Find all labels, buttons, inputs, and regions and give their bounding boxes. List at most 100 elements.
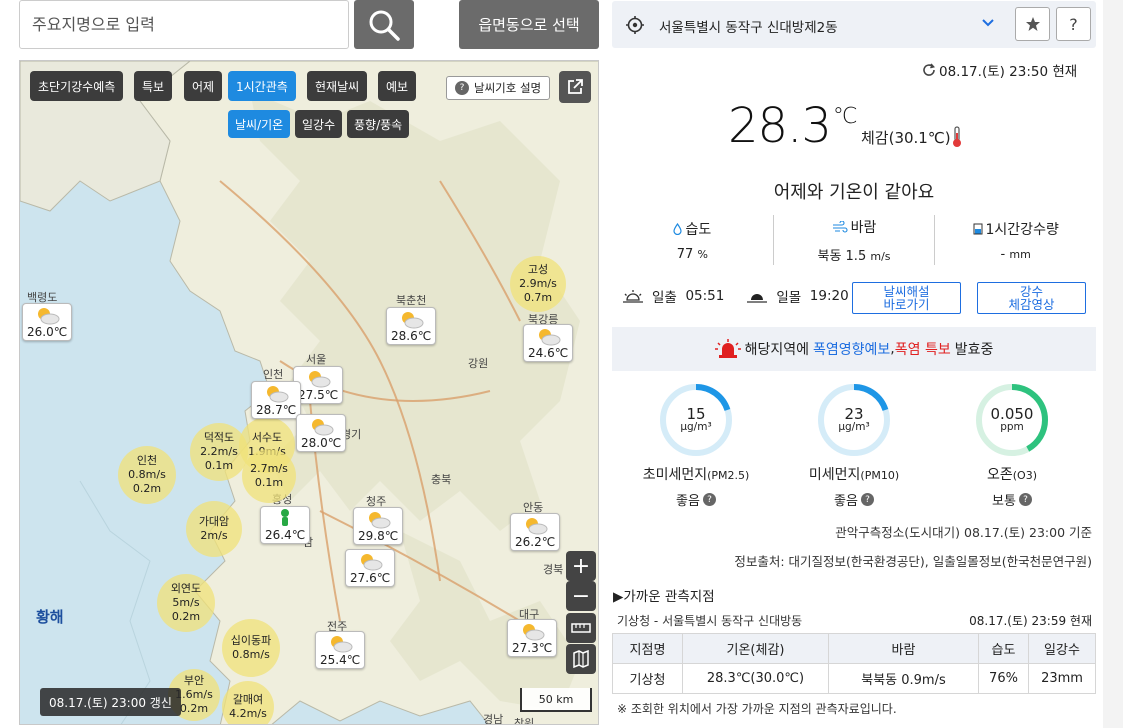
- question-icon[interactable]: ?: [860, 493, 874, 506]
- rainfall-label-text: 1시간강수량: [985, 221, 1059, 238]
- question-icon[interactable]: ?: [702, 493, 716, 506]
- tab-hourly-observation[interactable]: 1시간관측: [228, 71, 296, 101]
- air-quality-pm25[interactable]: 15 μg/m³ 초미세먼지(PM2.5) 좋음?: [626, 383, 766, 509]
- station-marker[interactable]: 28.0℃: [296, 414, 347, 452]
- weather-symbol-legend-button[interactable]: ? 날씨기호 설명: [446, 76, 551, 100]
- rain-video-label: 강수 체감영상: [1008, 285, 1054, 311]
- station-box: 26.4℃: [260, 506, 311, 544]
- wind-marker-name: 갈매여: [232, 693, 264, 707]
- feels-like-text: 체감(30.1℃): [861, 128, 951, 147]
- current-time[interactable]: 08.17.(토) 23:50 현재: [922, 60, 1077, 80]
- partly-cloudy-icon: [331, 636, 353, 653]
- wind-label-text: 바람: [850, 219, 877, 236]
- wind-number: 북동 1.5: [817, 248, 867, 264]
- station-marker[interactable]: 28.7℃: [251, 381, 302, 419]
- station-temp: 26.0℃: [27, 325, 68, 339]
- subtab-daily-rain[interactable]: 일강수: [295, 110, 343, 138]
- wind-marker[interactable]: 갈매여 4.2m/s: [222, 681, 274, 724]
- station-temp: 28.0℃: [301, 436, 342, 450]
- question-icon[interactable]: ?: [1018, 493, 1032, 506]
- ruler-tool-button[interactable]: [566, 613, 596, 643]
- station-marker[interactable]: 25.4℃: [315, 631, 366, 669]
- current-time-text: 08.17.(토) 23:50 현재: [939, 64, 1078, 80]
- wind-label: 바람: [832, 217, 877, 237]
- air-quality-ring: 0.050 ppm: [975, 383, 1049, 457]
- humidity-number: 77: [676, 246, 694, 262]
- air-quality-grade-text: 좋음: [676, 494, 700, 509]
- tab-yesterday[interactable]: 어제: [184, 71, 223, 101]
- station-box: 24.6℃: [523, 324, 574, 362]
- air-quality-grade-text: 보통: [992, 494, 1016, 509]
- tab-warnings[interactable]: 특보: [134, 71, 173, 101]
- air-quality-reading: 23 μg/m³: [817, 383, 891, 457]
- current-location-icon: [626, 16, 644, 34]
- layer-tool-button[interactable]: [566, 644, 596, 674]
- station-box: 28.6℃: [386, 307, 437, 345]
- wind-marker[interactable]: 십이동파 0.8m/s: [222, 619, 280, 677]
- chevron-down-icon[interactable]: [981, 18, 995, 28]
- location-bar[interactable]: 서울특별시 동작구 신대방제2동 ?: [612, 1, 1096, 48]
- station-marker[interactable]: 27.6℃: [345, 549, 396, 587]
- station-marker[interactable]: 24.6℃: [523, 324, 574, 362]
- wind-marker[interactable]: 외연도 5m/s 0.2m: [157, 574, 215, 632]
- station-marker[interactable]: 26.0℃: [22, 303, 73, 341]
- favorite-button[interactable]: [1015, 7, 1050, 41]
- tab-current-weather[interactable]: 현재날씨: [307, 71, 368, 101]
- search-box[interactable]: [19, 0, 349, 49]
- air-quality-grade: 좋음?: [834, 490, 874, 509]
- wind-marker-extra: 0.2m: [132, 481, 162, 495]
- subtab-weather-temp[interactable]: 날씨/기온: [228, 110, 291, 138]
- station-marker[interactable]: 26.4℃: [260, 506, 311, 544]
- station-temp: 26.2℃: [515, 535, 556, 549]
- station-marker[interactable]: 27.3℃: [507, 619, 558, 657]
- partly-cloudy-icon: [369, 512, 391, 529]
- zoom-in-button[interactable]: +: [566, 551, 596, 581]
- wind-marker[interactable]: 가대암 2m/s: [186, 501, 242, 557]
- partly-cloudy-icon: [526, 518, 548, 535]
- wind-marker[interactable]: 고성 2.9m/s 0.7m: [510, 256, 566, 312]
- air-quality-ring: 23 μg/m³: [817, 383, 891, 457]
- alert-impact-forecast[interactable]: 폭염영향예보: [813, 339, 890, 359]
- table-cell: 28.3℃(30.0℃): [682, 663, 829, 694]
- help-button[interactable]: ?: [1056, 7, 1091, 41]
- search-input[interactable]: [20, 1, 348, 48]
- station-temp: 28.6℃: [391, 329, 432, 343]
- wind-marker[interactable]: 2.7m/s 0.1m: [242, 449, 296, 503]
- station-temp: 27.6℃: [350, 571, 391, 585]
- observation-table: 지점명 기온(체감) 바람 습도 일강수 기상청 28.3℃(30.0℃) 북북…: [612, 633, 1096, 694]
- table-header: 습도: [978, 633, 1029, 664]
- subtab-wind[interactable]: 풍향/풍속: [347, 110, 410, 138]
- station-marker[interactable]: 26.2℃: [510, 513, 561, 551]
- air-quality-ozone[interactable]: 0.050 ppm 오존(O3) 보통?: [942, 383, 1082, 509]
- station-marker[interactable]: 29.8℃: [353, 507, 404, 545]
- info-source: 정보출처: 대기질정보(한국환경공단), 일출일몰정보(한국천문연구원): [734, 554, 1092, 569]
- alert-heat-warning[interactable]: 폭염 특보: [895, 339, 951, 359]
- zoom-out-button[interactable]: −: [566, 581, 596, 611]
- partly-cloudy-icon: [312, 419, 334, 436]
- station-marker[interactable]: 28.6℃: [386, 307, 437, 345]
- humidity-label-text: 습도: [685, 221, 712, 238]
- rain-video-button[interactable]: 강수 체감영상: [977, 282, 1086, 314]
- current-stats: 습도 77 % 바람 북동 1.5 m/s 1시간강수량 - mm: [612, 215, 1096, 265]
- sunrise-label: 일출: [652, 290, 677, 306]
- nearby-station-time: 08.17.(토) 23:59 현재: [969, 614, 1092, 628]
- air-quality-name: 미세먼지(PM10): [809, 464, 899, 484]
- wind-marker[interactable]: 인천 0.8m/s 0.2m: [118, 446, 176, 504]
- tab-forecast[interactable]: 예보: [378, 71, 417, 101]
- heat-alert-banner[interactable]: 해당지역에 폭염영향예보, 폭염 특보 발효중: [612, 327, 1096, 371]
- open-external-button[interactable]: [559, 71, 591, 103]
- station-temp: 26.4℃: [265, 528, 306, 542]
- alert-prefix: 해당지역에: [744, 342, 810, 358]
- station-box: 26.0℃: [22, 303, 73, 341]
- weather-commentary-button[interactable]: 날씨해설 바로가기: [852, 282, 961, 314]
- weather-map[interactable]: 서울 인천 강원 경기 충북 청주 홍성 전주 안동 대구 경북 경남 창원 북…: [19, 60, 599, 725]
- region-label: 경남: [483, 713, 504, 725]
- air-quality-name-sub: (PM10): [860, 469, 900, 482]
- air-quality-pm10[interactable]: 23 μg/m³ 미세먼지(PM10) 좋음?: [784, 383, 924, 509]
- weather-commentary-label: 날씨해설 바로가기: [883, 285, 929, 311]
- emd-select-button[interactable]: 읍면동으로 선택: [459, 0, 599, 49]
- station-temp: 27.3℃: [512, 641, 553, 655]
- nearby-station-title: ▶가까운 관측지점: [613, 589, 715, 605]
- search-button[interactable]: [354, 0, 414, 49]
- tab-nowcast-rain[interactable]: 초단기강수예측: [30, 71, 124, 101]
